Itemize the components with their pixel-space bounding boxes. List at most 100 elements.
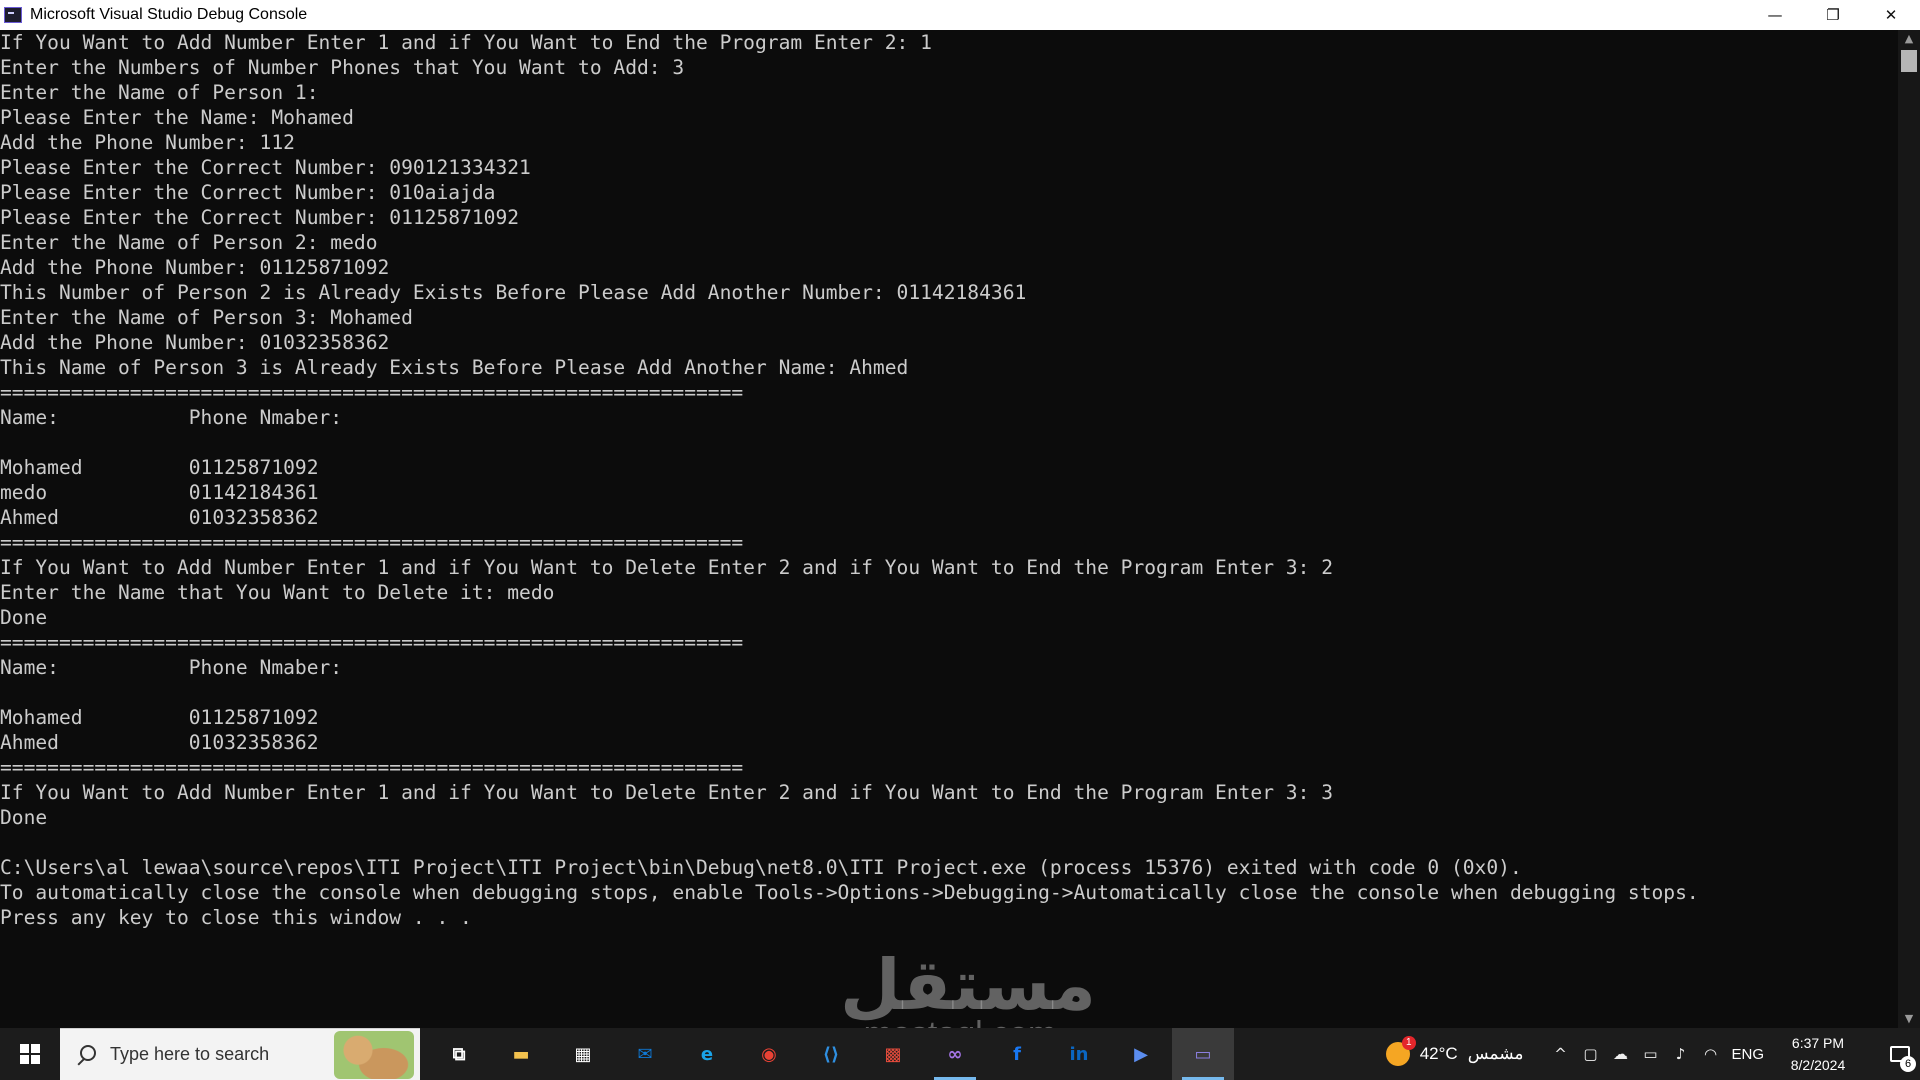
console-line: This Number of Person 2 is Already Exist… [0, 281, 1027, 304]
visual-studio-preview-icon: ∞ [947, 1043, 963, 1065]
search-icon [76, 1044, 96, 1065]
file-explorer-taskbar-button[interactable]: ▬ [490, 1028, 552, 1080]
clock[interactable]: 6:37 PM 8/2/2024 [1778, 1032, 1858, 1076]
copilot-icon: ▶ [1134, 1043, 1148, 1065]
console-line: Ahmed 01032358362 [0, 731, 319, 754]
onedrive-icon[interactable]: ☁ [1605, 1028, 1635, 1080]
console-line: To automatically close the console when … [0, 881, 1699, 904]
console-line: Enter the Name of Person 2: medo [0, 231, 378, 254]
office-taskbar-button[interactable]: ▩ [862, 1028, 924, 1080]
title-bar: Microsoft Visual Studio Debug Console — … [0, 0, 1920, 30]
console-line: ========================================… [0, 631, 744, 654]
vscode-icon: ⟨⟩ [822, 1043, 840, 1065]
scroll-down-icon[interactable]: ▼ [1898, 1010, 1920, 1028]
microsoft-store-icon: ▦ [574, 1043, 592, 1065]
pinned-apps: ⧉ ▬ ▦ ✉ e ◉ ⟨⟩ ▩ ∞ f in ▶ ▭ [428, 1028, 1234, 1080]
weather-condition: مشمس [1467, 1044, 1524, 1063]
console-line: Press any key to close this window . . . [0, 906, 472, 929]
console-line: Done [0, 806, 48, 829]
console-line: Name: Phone Nmaber: [0, 406, 343, 429]
console-line: Enter the Name that You Want to Delete i… [0, 581, 555, 604]
sun-icon: 1 [1385, 1036, 1416, 1066]
console-line: Mohamed 01125871092 [0, 706, 319, 729]
console-line: ========================================… [0, 531, 744, 554]
mail-taskbar-button[interactable]: ✉ [614, 1028, 676, 1080]
wifi-icon[interactable]: ◠ [1695, 1028, 1725, 1080]
visual-studio-preview-taskbar-button[interactable]: ∞ [924, 1028, 986, 1080]
console-line: ========================================… [0, 756, 744, 779]
console-line: Enter the Name of Person 3: Mohamed [0, 306, 413, 329]
volume-icon[interactable]: ♪ [1665, 1028, 1695, 1080]
console-line: medo 01142184361 [0, 481, 319, 504]
debug-console-icon: ▭ [1194, 1043, 1212, 1065]
console-line: ========================================… [0, 381, 744, 404]
task-view-icon: ⧉ [452, 1043, 466, 1065]
edge-taskbar-button[interactable]: e [676, 1028, 738, 1080]
windows-logo-icon [20, 1044, 40, 1064]
console-line: If You Want to Add Number Enter 1 and if… [0, 556, 1333, 579]
mail-icon: ✉ [637, 1043, 653, 1065]
chrome-taskbar-button[interactable]: ◉ [738, 1028, 800, 1080]
console-output[interactable]: If You Want to Add Number Enter 1 and if… [0, 30, 1898, 1028]
notification-center-button[interactable]: 6 [1880, 1028, 1920, 1080]
weather-temperature: 42°C [1419, 1044, 1458, 1063]
clock-date: 8/2/2024 [1790, 1057, 1846, 1073]
console-line: Please Enter the Name: Mohamed [0, 106, 354, 129]
vertical-scrollbar[interactable]: ▲ ▼ [1898, 30, 1920, 1028]
chrome-icon: ◉ [761, 1043, 777, 1065]
meet-now-icon[interactable]: ▢ [1575, 1028, 1605, 1080]
console-line: Ahmed 01032358362 [0, 506, 319, 529]
console-line: Mohamed 01125871092 [0, 456, 319, 479]
scrollbar-thumb[interactable] [1901, 50, 1917, 72]
debug-console-taskbar-button[interactable]: ▭ [1172, 1028, 1234, 1080]
linkedin-icon: in [1069, 1043, 1089, 1065]
console-line: Done [0, 606, 48, 629]
close-button[interactable]: ✕ [1862, 0, 1920, 30]
search-placeholder: Type here to search [110, 1044, 270, 1064]
console-text: If You Want to Add Number Enter 1 and if… [0, 30, 1898, 930]
console-line: Please Enter the Correct Number: 0901213… [0, 156, 531, 179]
system-tray: 1 42°C مشمس ^ ▢ ☁ ▭ ♪ ◠ ENG 6:37 PM 8/2/… [1385, 1028, 1920, 1080]
clock-time: 6:37 PM [1791, 1035, 1845, 1051]
window-controls: — ❐ ✕ [1746, 0, 1920, 30]
facebook-icon: f [1013, 1043, 1021, 1065]
notification-count: 6 [1900, 1056, 1916, 1072]
console-line: If You Want to Add Number Enter 1 and if… [0, 31, 932, 54]
console-app-icon [4, 7, 22, 23]
console-line: Add the Phone Number: 112 [0, 131, 295, 154]
input-language[interactable]: ENG [1731, 1046, 1764, 1063]
minimize-button[interactable]: — [1746, 0, 1804, 30]
start-button[interactable] [0, 1028, 60, 1080]
vscode-taskbar-button[interactable]: ⟨⟩ [800, 1028, 862, 1080]
console-line: If You Want to Add Number Enter 1 and if… [0, 781, 1333, 804]
console-line: Enter the Name of Person 1: [0, 81, 319, 104]
office-icon: ▩ [884, 1043, 902, 1065]
weather-badge: 1 [1401, 1036, 1416, 1050]
search-highlight-image [334, 1031, 414, 1079]
facebook-taskbar-button[interactable]: f [986, 1028, 1048, 1080]
console-line: Enter the Numbers of Number Phones that … [0, 56, 685, 79]
console-line: Add the Phone Number: 01032358362 [0, 331, 390, 354]
edge-icon: e [700, 1043, 714, 1065]
battery-icon[interactable]: ▭ [1635, 1028, 1665, 1080]
task-view-taskbar-button[interactable]: ⧉ [428, 1028, 490, 1080]
weather-widget[interactable]: 1 42°C مشمس [1385, 1036, 1524, 1066]
console-line: Add the Phone Number: 01125871092 [0, 256, 390, 279]
microsoft-store-taskbar-button[interactable]: ▦ [552, 1028, 614, 1080]
console-line: Please Enter the Correct Number: 0112587… [0, 206, 520, 229]
linkedin-taskbar-button[interactable]: in [1048, 1028, 1110, 1080]
show-hidden-icons-chevron-icon[interactable]: ^ [1545, 1028, 1575, 1080]
scroll-up-icon[interactable]: ▲ [1898, 30, 1920, 48]
console-line: Name: Phone Nmaber: [0, 656, 343, 679]
taskbar: Type here to search ⧉ ▬ ▦ ✉ e ◉ ⟨⟩ ▩ ∞ f in ▶ ▭ 1 42… [0, 1028, 1920, 1080]
taskbar-search[interactable]: Type here to search [60, 1028, 420, 1080]
window-title: Microsoft Visual Studio Debug Console [30, 6, 308, 23]
console-line: Please Enter the Correct Number: 010aiaj… [0, 181, 496, 204]
console-line: This Name of Person 3 is Already Exists … [0, 356, 909, 379]
restore-button[interactable]: ❐ [1804, 0, 1862, 30]
file-explorer-icon: ▬ [512, 1043, 530, 1065]
copilot-taskbar-button[interactable]: ▶ [1110, 1028, 1172, 1080]
